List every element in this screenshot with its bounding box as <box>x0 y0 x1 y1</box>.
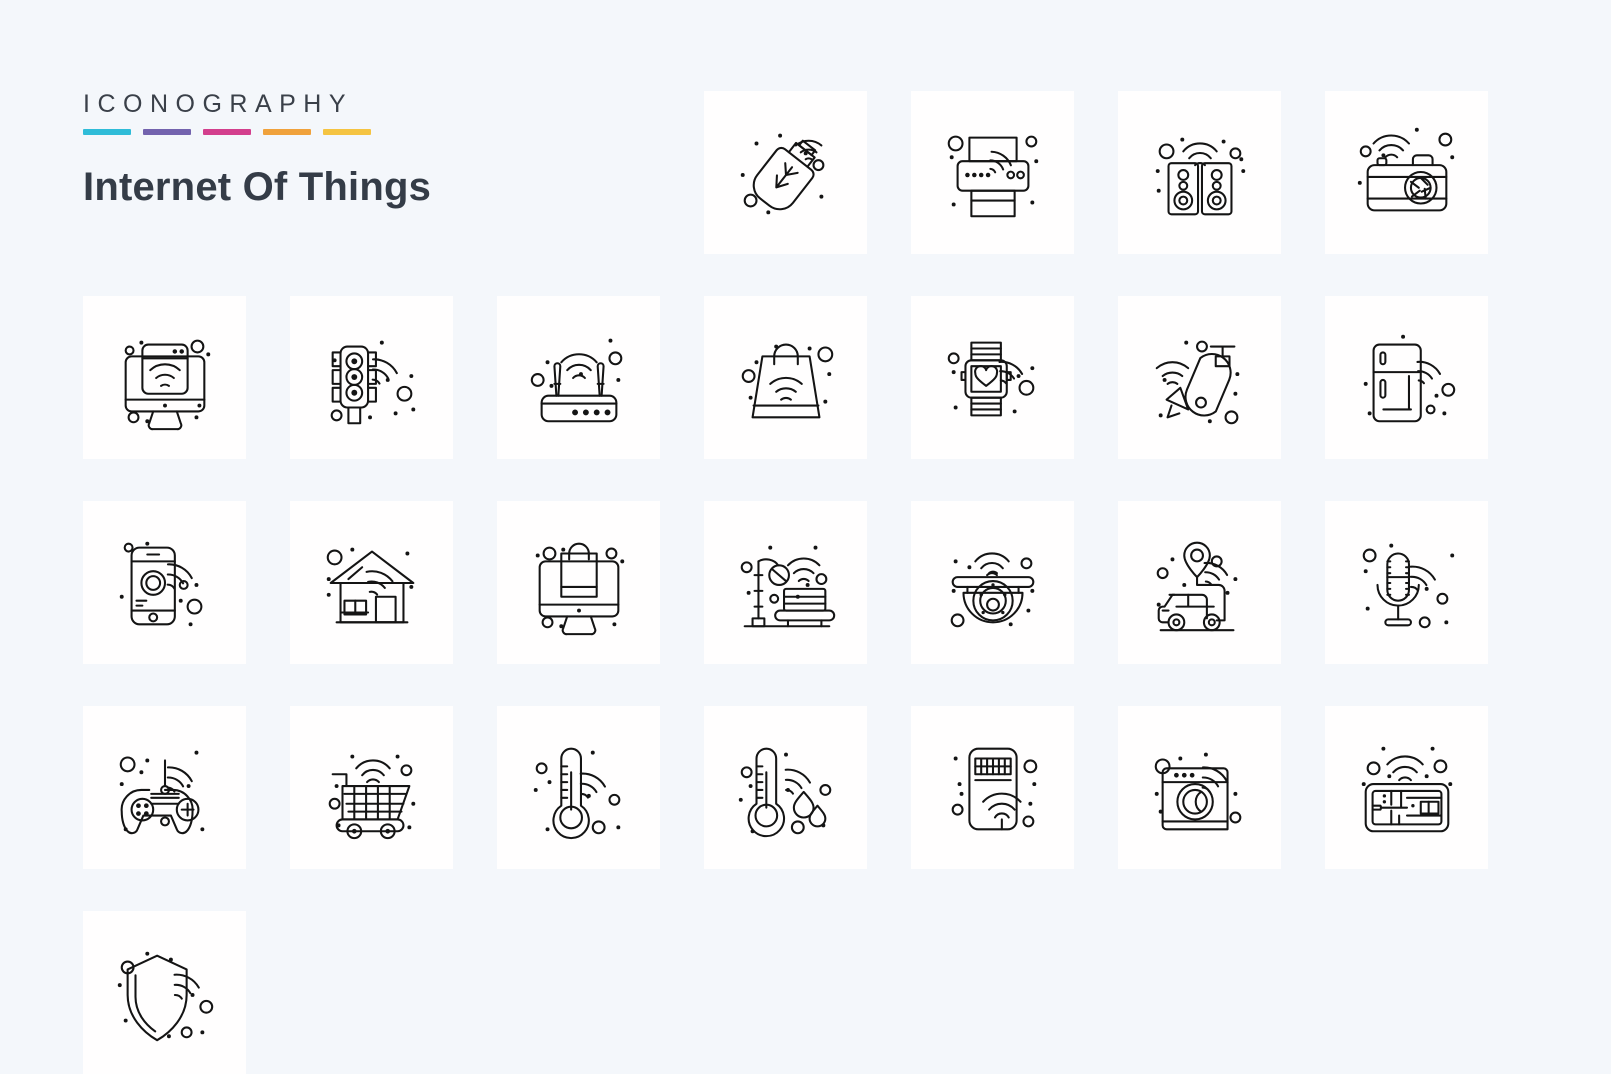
icon-tile-smart-shopping-bag[interactable] <box>704 296 867 459</box>
smartwatch-heart-icon <box>947 341 1034 416</box>
wireless-printer-icon <box>947 135 1038 217</box>
icon-grid <box>83 91 1529 1074</box>
smart-microphone-icon <box>1362 543 1454 628</box>
smart-shopping-cart-icon <box>328 754 415 839</box>
icon-tile-game-controller[interactable] <box>83 706 246 869</box>
icon-tile-smart-washing-machine[interactable] <box>1118 706 1281 869</box>
dome-security-camera-icon <box>950 551 1034 627</box>
icon-tile-online-shopping[interactable] <box>497 501 660 664</box>
smart-thermometer-icon <box>533 747 620 839</box>
smart-home-icon <box>326 547 414 623</box>
icon-tile-gps-map[interactable] <box>1325 706 1488 869</box>
icon-tile-smart-microphone[interactable] <box>1325 501 1488 664</box>
smart-camera-icon <box>1357 127 1454 211</box>
empty-slot <box>83 91 246 254</box>
icon-tile-connected-car[interactable] <box>1118 501 1281 664</box>
icon-tile-smart-thermometer[interactable] <box>497 706 660 869</box>
game-controller-icon <box>119 750 204 834</box>
security-shield-icon <box>117 951 213 1041</box>
wifi-router-icon <box>530 338 622 422</box>
empty-slot <box>290 91 453 254</box>
smart-street-light-icon <box>740 545 835 627</box>
thermometer-humidity-icon <box>738 747 831 837</box>
icon-tile-usb-flash-drive[interactable] <box>704 91 867 254</box>
smartphone-touch-wifi-icon <box>951 747 1037 830</box>
icon-tile-smart-camera[interactable] <box>1325 91 1488 254</box>
gps-map-icon <box>1361 746 1452 832</box>
icon-tile-smartwatch-heart[interactable] <box>911 296 1074 459</box>
smart-traffic-light-icon <box>330 340 415 424</box>
usb-flash-drive-icon <box>740 133 824 214</box>
icon-tile-dome-security-camera[interactable] <box>911 501 1074 664</box>
smart-speakers-icon <box>1155 137 1245 215</box>
smart-washing-machine-icon <box>1154 752 1241 830</box>
icon-tile-smart-street-light[interactable] <box>704 501 867 664</box>
icon-tile-wireless-printer[interactable] <box>911 91 1074 254</box>
icon-tile-security-shield[interactable] <box>83 911 246 1074</box>
icon-tile-smart-monitor[interactable] <box>83 296 246 459</box>
icon-tile-smart-refrigerator[interactable] <box>1325 296 1488 459</box>
icon-tile-smart-traffic-light[interactable] <box>290 296 453 459</box>
cctv-camera-icon <box>1155 340 1239 424</box>
online-shopping-icon <box>535 542 624 635</box>
icon-tile-smart-home[interactable] <box>290 501 453 664</box>
smart-shopping-bag-icon <box>741 343 833 418</box>
icon-tile-smart-speakers[interactable] <box>1118 91 1281 254</box>
smart-refrigerator-icon <box>1363 334 1455 422</box>
icon-tile-cctv-camera[interactable] <box>1118 296 1281 459</box>
icon-tile-smartphone-wifi[interactable] <box>83 501 246 664</box>
connected-car-icon <box>1156 541 1237 631</box>
smart-monitor-icon <box>124 339 210 430</box>
icon-tile-thermometer-humidity[interactable] <box>704 706 867 869</box>
icon-tile-wifi-router[interactable] <box>497 296 660 459</box>
smartphone-wifi-icon <box>119 541 202 626</box>
icon-tile-smart-shopping-cart[interactable] <box>290 706 453 869</box>
icon-tile-smartphone-touch-wifi[interactable] <box>911 706 1074 869</box>
empty-slot <box>497 91 660 254</box>
